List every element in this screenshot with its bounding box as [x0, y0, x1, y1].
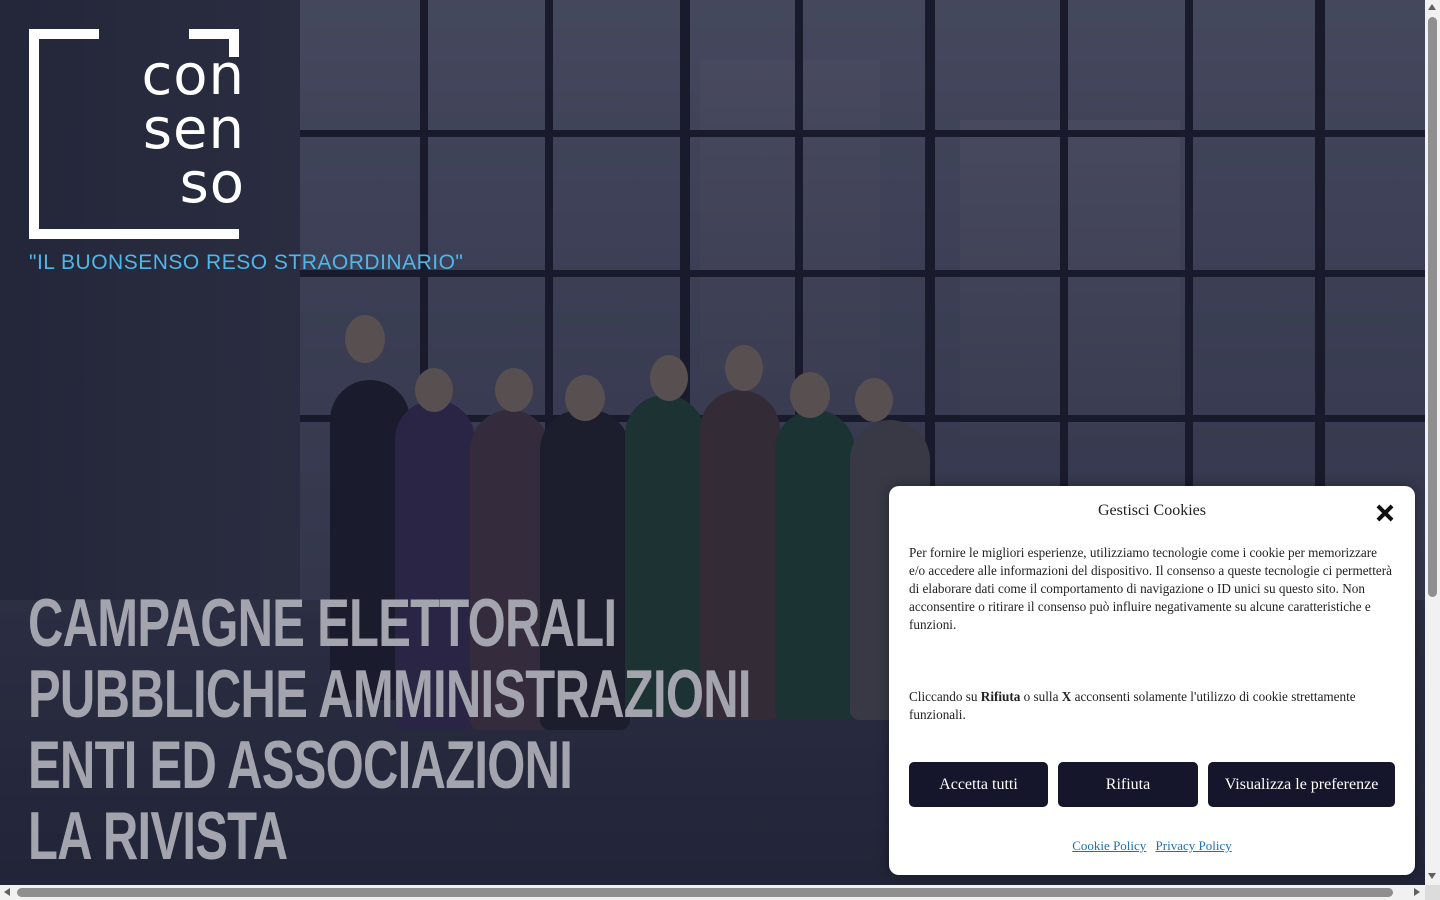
deny-button[interactable]: Rifiuta: [1058, 762, 1198, 807]
cookie-note-bold: Rifiuta: [980, 689, 1021, 704]
view-preferences-button[interactable]: Visualizza le preferenze: [1208, 762, 1395, 807]
logo-line: sen: [142, 97, 245, 162]
hero-link-campagne-elettorali[interactable]: CAMPAGNE ELETTORALI: [28, 588, 751, 659]
vertical-scroll-thumb[interactable]: [1428, 17, 1437, 597]
cookie-banner-links: Cookie Policy Privacy Policy: [889, 838, 1415, 854]
logo-line: so: [179, 151, 245, 216]
scrollbar-corner: [1425, 885, 1440, 900]
privacy-policy-link[interactable]: Privacy Policy: [1156, 838, 1232, 853]
cookie-banner-title: Gestisci Cookies: [1098, 502, 1206, 519]
scroll-down-arrow-icon[interactable]: [1428, 873, 1436, 879]
horizontal-scrollbar[interactable]: [0, 885, 1425, 900]
hero-link-la-rivista[interactable]: LA RIVISTA: [28, 801, 751, 872]
cookie-banner-body: Per fornire le migliori esperienze, util…: [909, 545, 1392, 632]
cookie-policy-link[interactable]: Cookie Policy: [1072, 838, 1146, 853]
cookie-note-text: Cliccando su: [909, 689, 981, 704]
scroll-up-arrow-icon[interactable]: [1428, 4, 1436, 10]
logo-wordmark: con sen so: [141, 43, 245, 216]
site-tagline: "IL BUONSENSO RESO STRAORDINARIO": [29, 251, 464, 274]
cookie-note-text: o sulla: [1020, 689, 1062, 704]
scroll-left-arrow-icon[interactable]: [4, 888, 10, 896]
hero-link-enti-associazioni[interactable]: ENTI ED ASSOCIAZIONI: [28, 730, 751, 801]
cookie-note-bold: X: [1061, 689, 1072, 704]
accept-all-button[interactable]: Accetta tutti: [909, 762, 1048, 807]
vertical-scrollbar[interactable]: [1425, 0, 1440, 885]
cookie-banner: Gestisci Cookies Per fornire le migliori…: [889, 486, 1415, 875]
logo-frame: [29, 229, 239, 239]
hero-link-pubbliche-amministrazioni[interactable]: PUBBLICHE AMMINISTRAZIONI: [28, 659, 751, 730]
site-logo[interactable]: con sen so: [29, 29, 245, 239]
hero-menu: CAMPAGNE ELETTORALI PUBBLICHE AMMINISTRA…: [28, 588, 1032, 872]
close-icon[interactable]: [1374, 502, 1396, 524]
logo-frame: [29, 29, 39, 239]
logo-line: con: [141, 43, 245, 108]
logo-frame: [29, 29, 99, 39]
scroll-right-arrow-icon[interactable]: [1414, 888, 1420, 896]
cookie-banner-note: Cliccando su Rifiuta o sulla X acconsent…: [909, 688, 1395, 724]
horizontal-scroll-thumb[interactable]: [17, 888, 1393, 897]
